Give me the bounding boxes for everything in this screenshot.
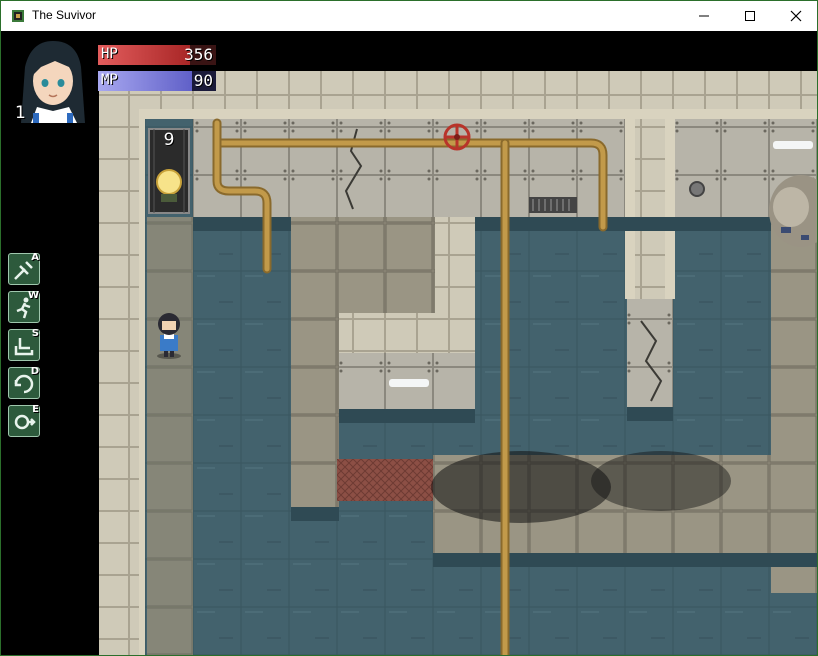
mp-bar: MP 90: [98, 71, 216, 91]
hp-value: 356: [184, 45, 213, 64]
title-bar: The Suvivor: [1, 1, 817, 31]
close-button[interactable]: [773, 1, 818, 31]
skill-button-e[interactable]: E: [8, 404, 40, 437]
game-viewport[interactable]: 1 HP 356 MP 90 9 A W S D E: [1, 31, 817, 655]
skill-button-a[interactable]: A: [8, 252, 40, 285]
window-title: The Suvivor: [32, 8, 97, 22]
maximize-button[interactable]: [727, 1, 773, 31]
player-level: 1: [15, 103, 26, 123]
skill-button-w[interactable]: W: [8, 290, 40, 323]
skill-key-a: A: [31, 252, 39, 263]
mp-label: MP: [101, 72, 118, 88]
minimize-icon: [699, 15, 709, 17]
valve-icon[interactable]: [443, 123, 471, 151]
skill-key-s: S: [31, 328, 39, 339]
skill-key-w: W: [27, 290, 39, 301]
close-icon: [790, 10, 802, 22]
minimize-button[interactable]: [681, 1, 727, 31]
item-counter[interactable]: 9: [148, 128, 190, 214]
hp-bar: HP 356: [98, 45, 216, 65]
mp-value: 90: [193, 71, 213, 90]
maximize-icon: [745, 11, 755, 21]
map-scene: [99, 71, 817, 655]
skill-key-e: E: [32, 404, 39, 415]
skill-button-d[interactable]: D: [8, 366, 40, 399]
item-count: 9: [163, 130, 175, 150]
skill-key-d: D: [30, 366, 39, 377]
hp-label: HP: [101, 46, 118, 62]
skill-button-s[interactable]: S: [8, 328, 40, 361]
game-window: The Suvivor 1 HP 356 MP 90 9 A W S D E: [0, 0, 818, 656]
app-icon: [12, 10, 24, 22]
